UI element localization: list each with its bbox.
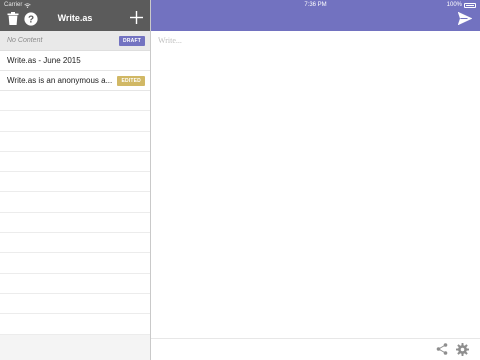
list-item-label: Write.as is an anonymous a...: [7, 76, 113, 85]
list-item-label: Write.as - June 2015: [7, 56, 81, 65]
battery-label: 100%: [446, 2, 462, 8]
gear-icon[interactable]: [456, 343, 469, 356]
empty-row: [0, 192, 150, 213]
empty-row: [0, 212, 150, 234]
sidebar-title: Write.as: [57, 13, 93, 23]
edited-badge: EDITED: [117, 76, 145, 86]
empty-row: [0, 233, 150, 254]
empty-row: [0, 273, 150, 294]
carrier-label: Carrier: [4, 2, 23, 8]
editor-toolbar: 7:36 PM 100%: [151, 0, 480, 31]
share-icon[interactable]: [436, 343, 448, 355]
list-item-label: No Content: [7, 37, 43, 44]
send-icon[interactable]: [458, 12, 472, 25]
plus-icon[interactable]: [130, 11, 143, 24]
empty-row: [0, 91, 150, 112]
list-item[interactable]: No Content DRAFT: [0, 31, 150, 51]
split-divider: [150, 0, 151, 360]
editor-area[interactable]: Write...: [158, 36, 468, 326]
empty-row: [0, 172, 150, 193]
empty-row: [0, 293, 150, 315]
list-item[interactable]: Write.as is an anonymous a... EDITED: [0, 71, 150, 91]
battery-icon: [464, 2, 476, 8]
status-battery: 100%: [447, 2, 476, 8]
sidebar-toolbar: Carrier ? Write.as: [0, 0, 150, 31]
bottom-divider: [151, 338, 480, 339]
list-item[interactable]: Write.as - June 2015: [0, 51, 150, 71]
empty-row: [0, 253, 150, 274]
empty-row: [0, 314, 150, 335]
editor-placeholder: Write...: [158, 36, 182, 45]
post-list: No Content DRAFT Write.as - June 2015 Wr…: [0, 31, 150, 335]
wifi-icon: [24, 2, 32, 8]
empty-row: [0, 151, 150, 173]
status-carrier: Carrier: [4, 2, 32, 8]
empty-row: [0, 131, 150, 152]
draft-badge: DRAFT: [119, 36, 145, 46]
status-time: 7:36 PM: [304, 2, 327, 8]
empty-row: [0, 111, 150, 132]
sidebar: Carrier ? Write.as No Content DRAFT Writ…: [0, 0, 150, 360]
